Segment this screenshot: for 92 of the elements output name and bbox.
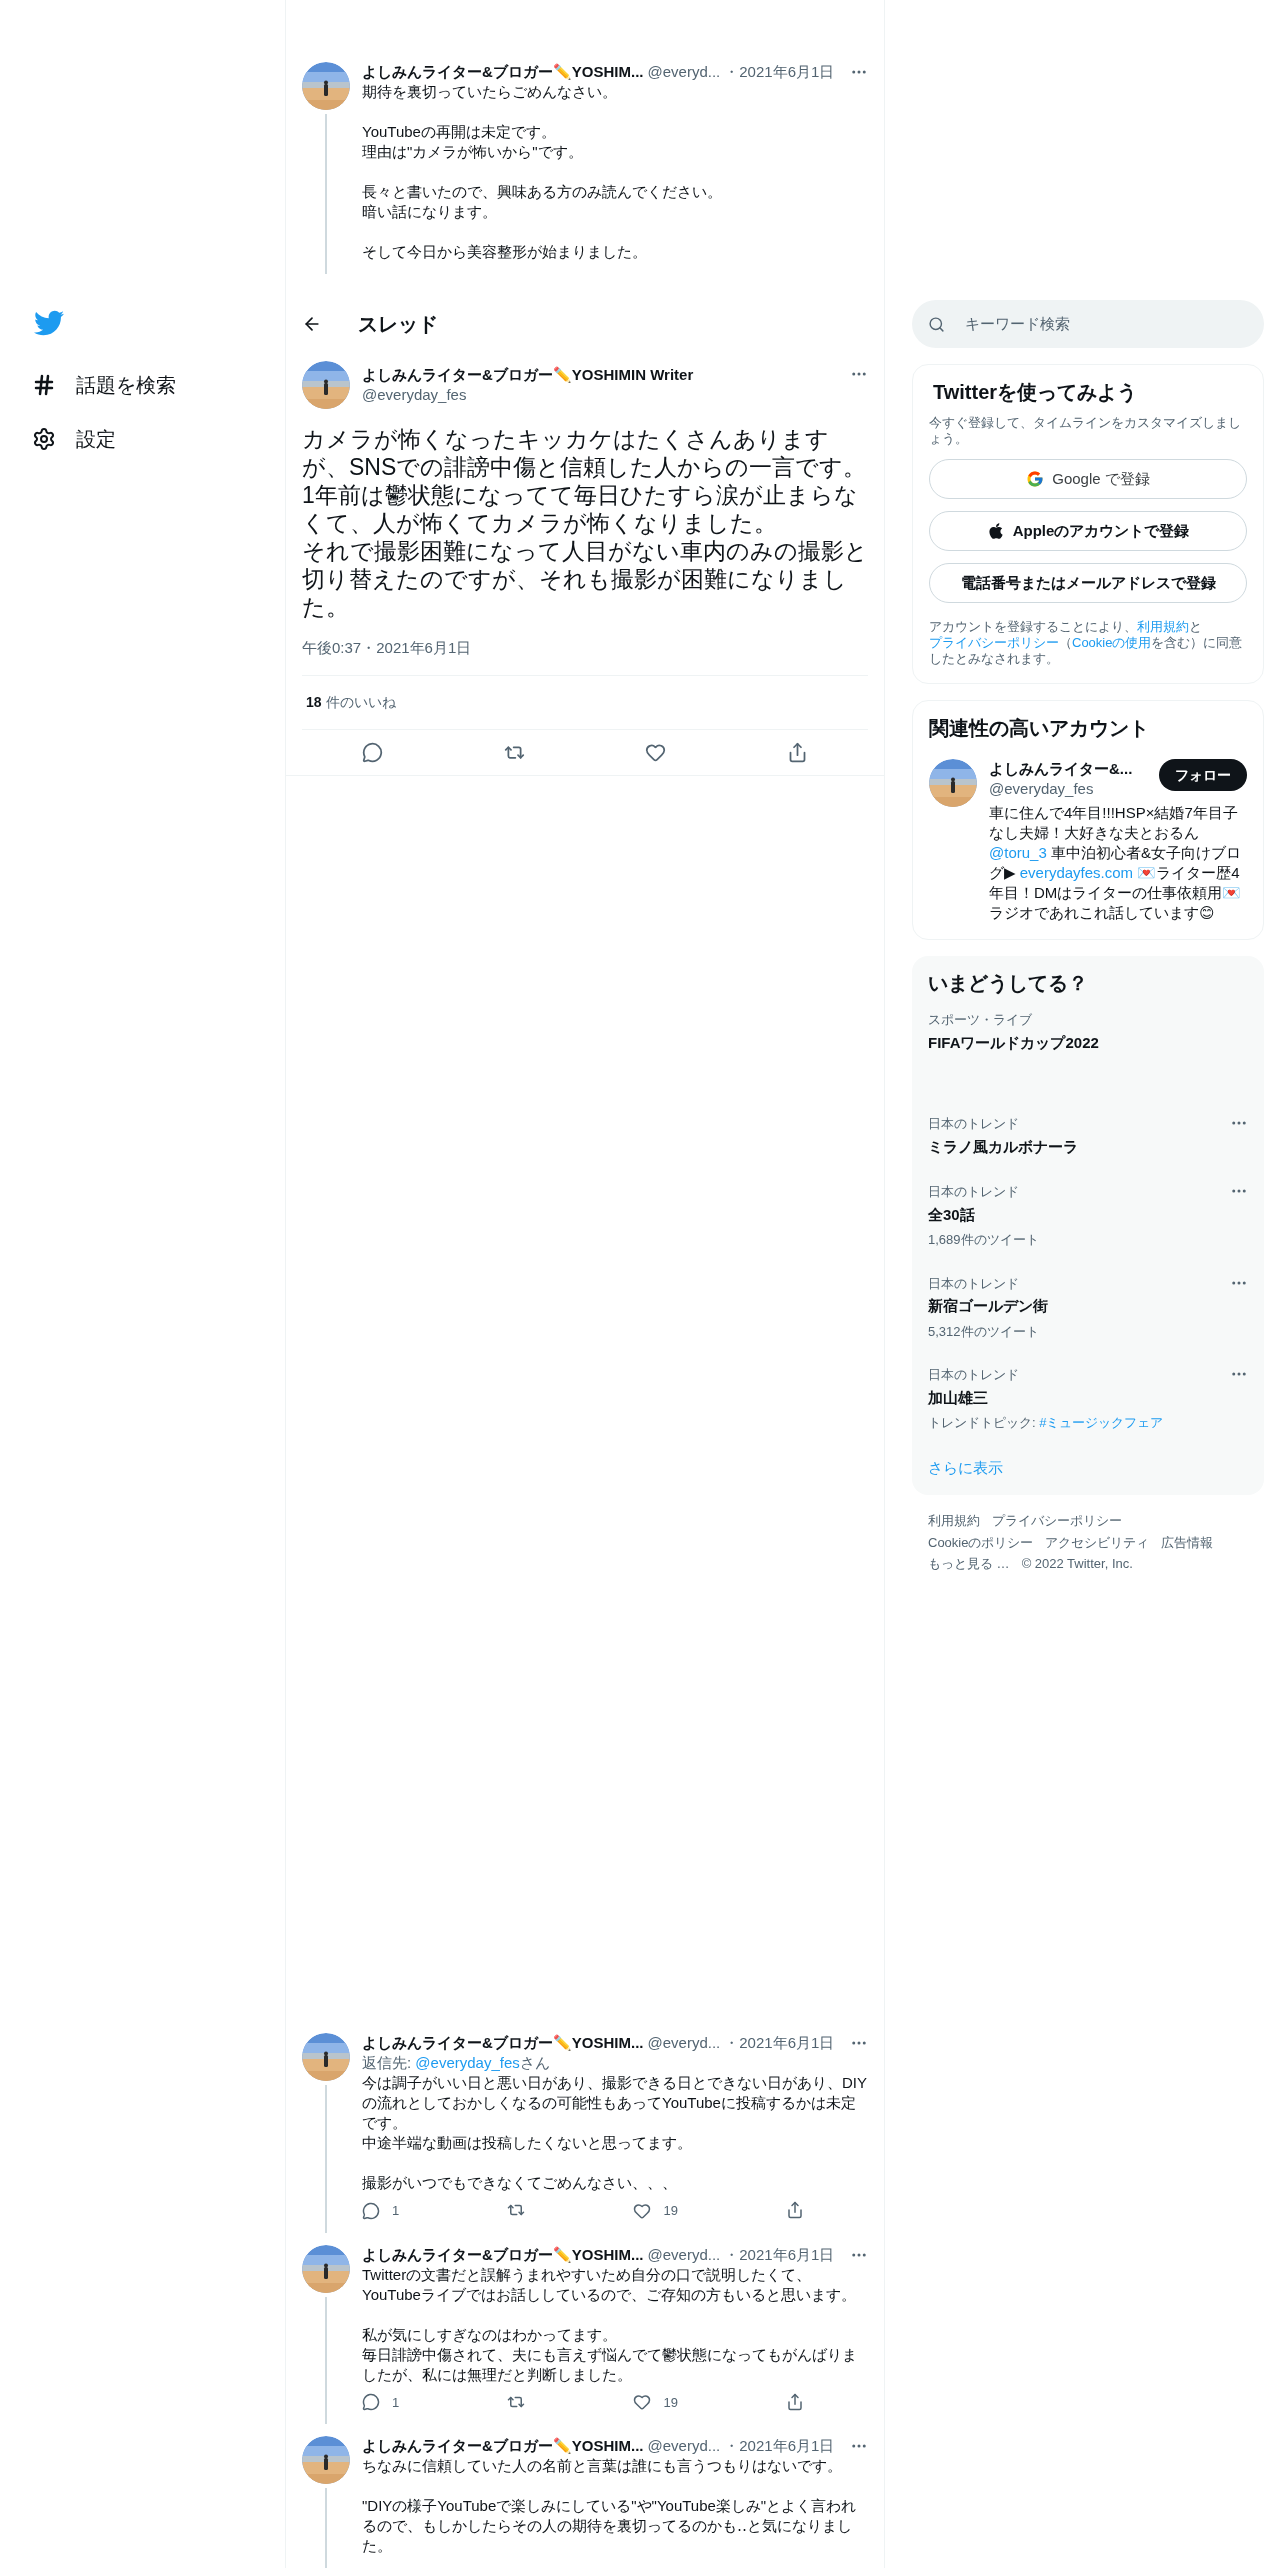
tweet-date: ・2021年6月1日 (724, 62, 835, 82)
footer-link[interactable]: 利用規約 (928, 1511, 980, 1531)
reply-icon[interactable] (362, 742, 384, 763)
trend-title: ミラノ風カルボナーラ (928, 1136, 1079, 1157)
trend-item[interactable]: 日本のトレンド 加山雄三 トレンドトピック: #ミュージックフェア (912, 1353, 1264, 1445)
trend-title: 全30話 (928, 1204, 976, 1225)
trend-category: スポーツ・ライブ (928, 1011, 1033, 1029)
trend-topic: トレンドトピック: #ミュージックフェア (928, 1414, 1165, 1432)
legal-text: アカウントを登録することにより、利用規約 と プライバシーポリシー（Cookieの使用を含む）に同意したとみなされます。 (929, 619, 1244, 667)
like-count: 19 (663, 2393, 678, 2412)
sidebar-item[interactable]: 設定 (32, 412, 285, 466)
tweet-text: 理由は"カメラが怖いから"です。 (362, 142, 584, 162)
like-icon[interactable] (633, 2201, 652, 2220)
account-bio: 車に住んで4年目!!!HSP×結婚7年目子なし夫婦！大好きな夫とおるん @toru_3 車中泊初心者&女子向けブログ▶ everydayfes.com 💌ライター歴4年目！DMはライターの仕事依頼用💌ラジオであれこれ話しています😊 (989, 803, 1243, 923)
footer-link[interactable]: 広告情報 (1161, 1532, 1214, 1552)
panel-title: いまどうしてる？ (927, 971, 1089, 996)
search-icon (928, 315, 945, 333)
google-logo-icon (1026, 470, 1045, 488)
trend-category: 日本のトレンド (928, 1274, 1020, 1293)
share-icon[interactable] (786, 2392, 804, 2411)
reply-icon[interactable] (362, 2393, 380, 2412)
like-icon[interactable] (645, 742, 667, 763)
like-count: 18 (306, 694, 322, 710)
card-title: Twitterを使ってみよう (932, 380, 1139, 405)
trend-item[interactable]: 日本のトレンド 新宿ゴールデン街 5,312件のツイート (912, 1261, 1264, 1353)
follow-button[interactable]: フォロー (1159, 759, 1247, 791)
tweet-timestamp: 午後0:37・2021年6月1日 (302, 637, 473, 658)
author-handle: @everyd... (647, 62, 721, 82)
tweet-text: "DIYの様子YouTubeで楽しみにしている"や"YouTube楽しみ"とよく言われるので、もしかしたらその人の期待を裏切ってるのかも‥と気になりました。 (362, 2496, 858, 2556)
trend-title: FIFAワールドカップ2022 (928, 1032, 1100, 1053)
reply-count: 1 (392, 2202, 400, 2220)
apple-logo-icon (986, 522, 1005, 540)
author-handle: @everyday_fes (362, 384, 468, 405)
reply-count: 1 (392, 2393, 400, 2412)
card-title: 関連性の高いアカウント (929, 716, 1150, 741)
tweet-text: それで撮影困難になって人目がない車内のみの撮影と切り替えたのですが、それも撮影が困難になりました。 (302, 536, 868, 621)
tweet-text: 毎日誹謗中傷されて、夫にも言えず悩んでて鬱状態になってもがんばりましたが、私には無理だと判断しました。 (362, 2344, 858, 2385)
footer-link[interactable]: アクセシビリティ (1045, 1532, 1150, 1552)
share-icon[interactable] (786, 2201, 804, 2219)
tweet-text: そして今日から美容整形が始まりました。 (362, 242, 648, 262)
author-handle: @everyd... (647, 2244, 721, 2265)
tweet-date: ・2021年6月1日 (724, 2244, 835, 2265)
tweet-text: 撮影がいつでもできなくてごめんなさい、、、 (362, 2173, 678, 2193)
card-subtitle: 今すぐ登録して、タイムラインをカスタマイズしましょう。 (929, 415, 1242, 447)
footer-link[interactable]: Cookieのポリシー (928, 1532, 1034, 1552)
like-icon[interactable] (633, 2393, 652, 2412)
trend-item[interactable]: スポーツ・ライブ FIFAワールドカップ2022 (912, 998, 1264, 1102)
author-name: よしみんライター&ブロガー✏YOSHIM... (362, 2436, 644, 2456)
author-name: よしみんライター&ブロガー✏YOSHIM... (362, 2244, 644, 2265)
search-field[interactable]: キーワード検索 (912, 300, 1264, 348)
tweet-text: 1年前は鬱状態になってて毎日ひたすら涙が止まらなくて、人が怖くてカメラが怖くなりました。 (302, 480, 859, 537)
page-title: スレッド (358, 311, 438, 337)
trend-title: 加山雄三 (928, 1387, 989, 1408)
trend-category: 日本のトレンド (928, 1366, 1020, 1384)
tweet-date: ・2021年6月1日 (724, 2033, 835, 2053)
settings-icon (32, 427, 56, 451)
author-name: よしみんライター&ブロガー✏YOSHIM... (362, 2033, 644, 2053)
trend-title: 新宿ゴールデン街 (928, 1296, 1049, 1316)
trend-category: 日本のトレンド (928, 1115, 1020, 1133)
tweet-text: 中途半端な動画は投稿したくないと思ってます。 (362, 2133, 693, 2153)
tweet-text: 私が気にしすぎなのはわかってます。 (362, 2324, 618, 2345)
sidebar-item[interactable]: 話題を検索 (32, 358, 285, 412)
author-name: よしみんライター&ブロガー✏YOSHIMIN Writer (362, 364, 695, 385)
tweet-text: 長々と書いたので、興味ある方のみ読んでください。 (362, 182, 723, 202)
tweet-text: Twitterの文書だと誤解うまれやすいため自分の口で説明したくて、YouTubeライブではお話ししているので、ご存知の方もいると思います。 (362, 2264, 857, 2305)
account-handle: @everyday_fes (989, 779, 1095, 799)
tweet-text: 暗い話になります。 (362, 202, 498, 222)
search-input[interactable]: キーワード検索 (965, 312, 1248, 336)
hash-icon (32, 373, 56, 397)
reply-icon[interactable] (362, 2201, 380, 2220)
tweet-text: カメラが怖くなったキッカケはたくさんありますが、SNSでの誹謗中傷と信頼した人からの一言です。 (302, 424, 868, 481)
reply-to-text: 返信先: @everyday_fesさん (362, 2053, 551, 2073)
tweet-text: ちなみに信頼していた人の名前と言葉は誰にも言うつもりはないです。 (362, 2456, 843, 2476)
author-handle: @everyd... (647, 2436, 721, 2456)
footer-link[interactable]: プライバシーポリシー (992, 1511, 1122, 1531)
author-handle: @everyd... (647, 2033, 721, 2053)
footer-link[interactable]: もっと見る … (928, 1554, 1010, 1574)
account-name: よしみんライター&... (989, 759, 1133, 779)
tweet-count: 1,689件のツイート (928, 1231, 1040, 1249)
author-name: よしみんライター&ブロガー✏YOSHIM... (362, 62, 644, 82)
tweet-count: 5,312件のツイート (928, 1322, 1040, 1341)
trend-item[interactable]: 日本のトレンド 全30話 1,689件のツイート (912, 1170, 1264, 1262)
trend-category: 日本のトレンド (928, 1183, 1020, 1201)
copyright: © 2022 Twitter, Inc. (1021, 1555, 1133, 1573)
tweet-text: 期待を裏切っていたらごめんなさい。 (362, 82, 618, 102)
bird-logo-icon[interactable] (34, 308, 64, 338)
like-label: 件のいいね (325, 694, 396, 710)
trend-item[interactable]: 日本のトレンド ミラノ風カルボナーラ (912, 1102, 1264, 1170)
tweet-text: YouTubeの再開は未定です。 (362, 122, 557, 142)
tweet-text: 今は調子がいい日と悪い日があり、撮影できる日とできない日があり、DIYの流れとしておかしくなるの可能性もあってYouTubeに投稿するかは未定です。 (362, 2073, 868, 2133)
tweet-date: ・2021年6月1日 (724, 2436, 835, 2456)
like-count: 19 (663, 2202, 678, 2220)
